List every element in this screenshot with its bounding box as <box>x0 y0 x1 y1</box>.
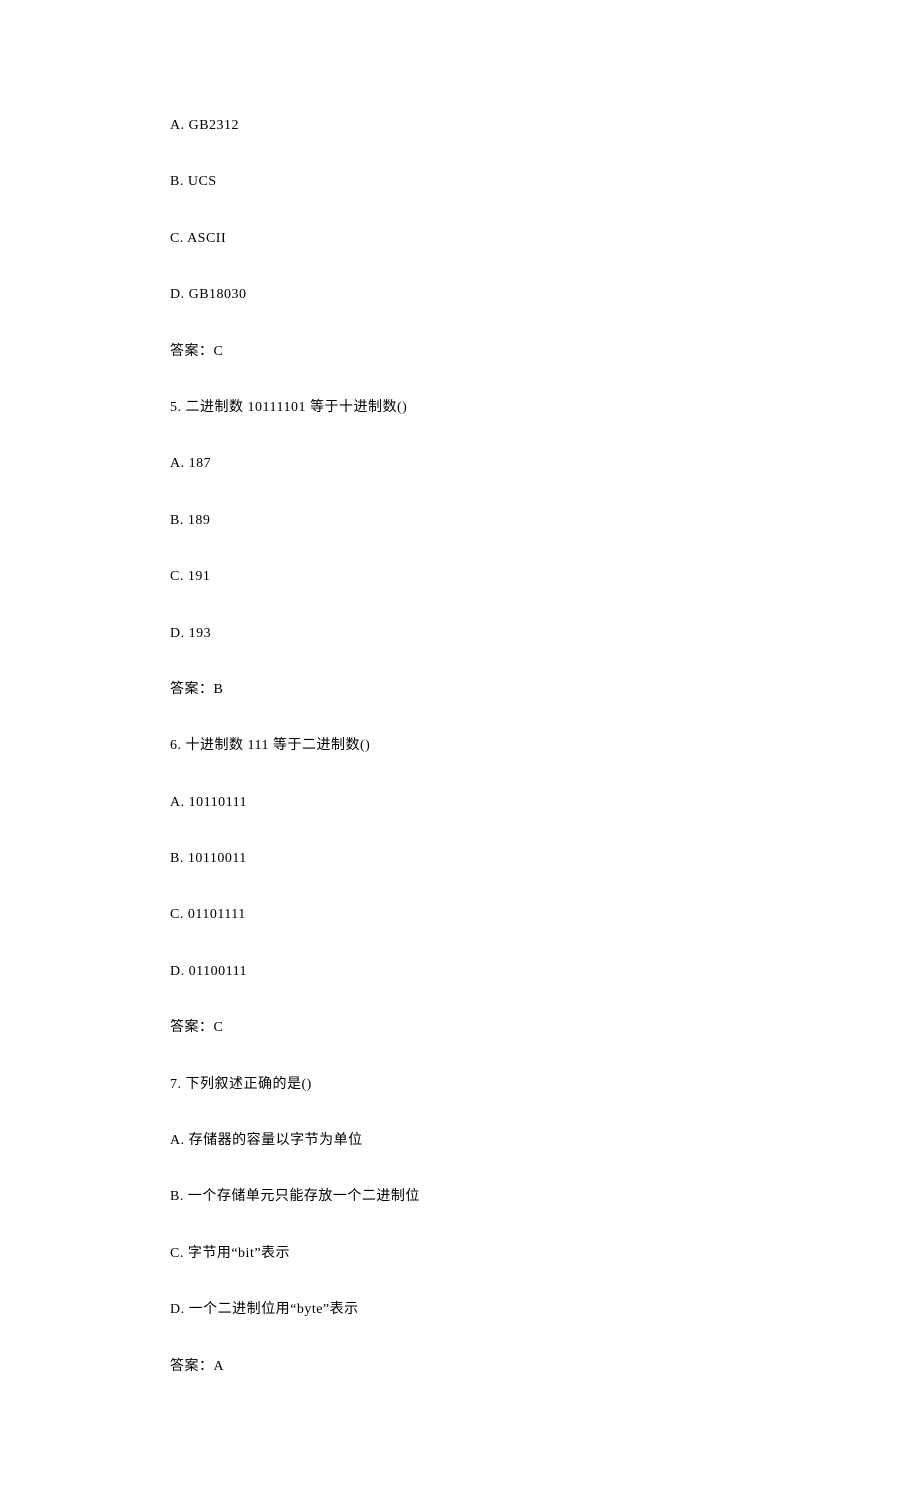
q5-answer: 答案：B <box>170 679 750 701</box>
q5-option-a: A. 187 <box>170 453 750 475</box>
q4-option-a: A. GB2312 <box>170 115 750 137</box>
q7-option-d: D. 一个二进制位用“byte”表示 <box>170 1299 750 1321</box>
q4-option-d: D. GB18030 <box>170 284 750 306</box>
q6-option-b: B. 10110011 <box>170 848 750 870</box>
q6-option-a: A. 10110111 <box>170 792 750 814</box>
q5-option-b: B. 189 <box>170 510 750 532</box>
q5-option-c: C. 191 <box>170 566 750 588</box>
q7-option-b: B. 一个存储单元只能存放一个二进制位 <box>170 1186 750 1208</box>
q4-option-b: B. UCS <box>170 171 750 193</box>
q6-answer: 答案：C <box>170 1017 750 1039</box>
q7-option-a: A. 存储器的容量以字节为单位 <box>170 1130 750 1152</box>
q7-answer: 答案：A <box>170 1356 750 1378</box>
q5-option-d: D. 193 <box>170 623 750 645</box>
q6-stem: 6. 十进制数 111 等于二进制数() <box>170 735 750 757</box>
q7-option-c: C. 字节用“bit”表示 <box>170 1243 750 1265</box>
q4-option-c: C. ASCII <box>170 228 750 250</box>
q4-answer: 答案：C <box>170 341 750 363</box>
q6-option-d: D. 01100111 <box>170 961 750 983</box>
q6-option-c: C. 01101111 <box>170 904 750 926</box>
q7-stem: 7. 下列叙述正确的是() <box>170 1074 750 1096</box>
q5-stem: 5. 二进制数 10111101 等于十进制数() <box>170 397 750 419</box>
